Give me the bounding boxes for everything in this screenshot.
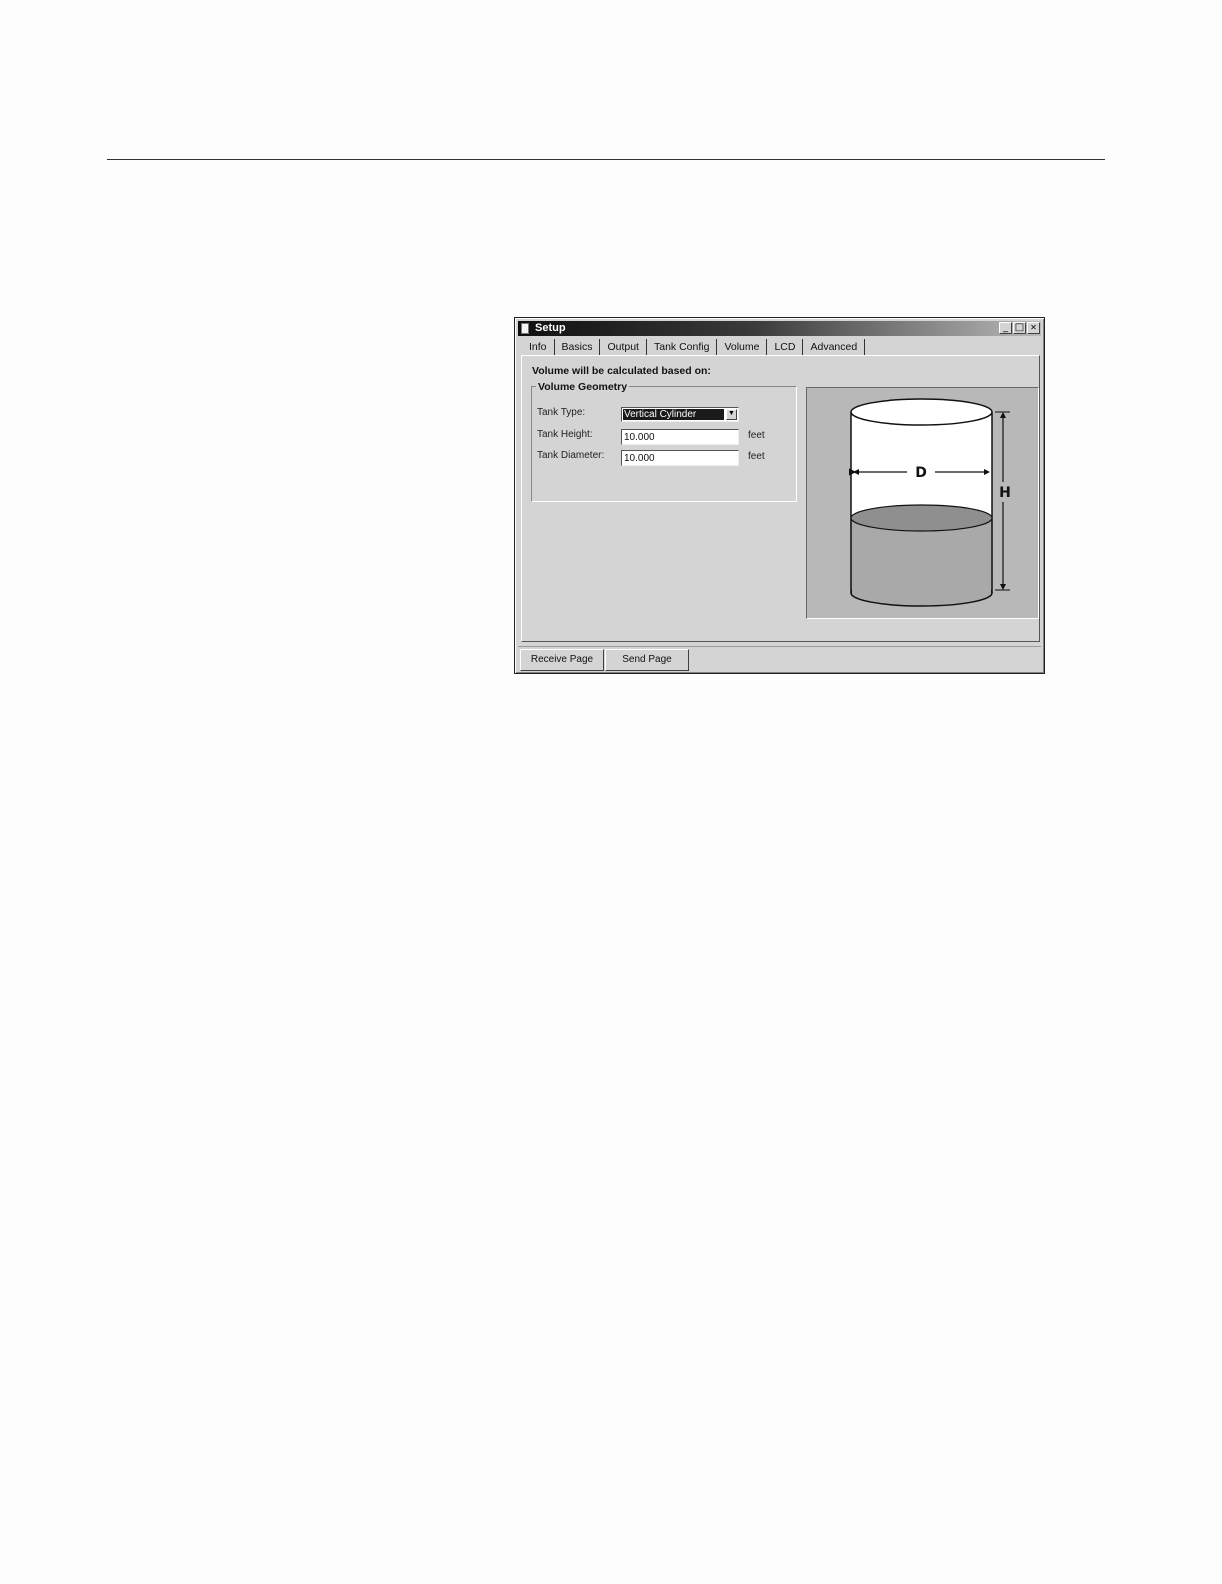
height-arrow-top — [1000, 412, 1006, 418]
tab-strip: Info Basics Output Tank Config Volume LC… — [522, 339, 866, 355]
send-page-button[interactable]: Send Page — [605, 649, 689, 671]
volume-heading: Volume will be calculated based on: — [532, 365, 711, 377]
close-button[interactable]: ✕ — [1027, 322, 1040, 334]
tab-tank-config[interactable]: Tank Config — [647, 339, 718, 355]
diameter-label: D — [915, 465, 927, 481]
bottom-button-bar: Receive Page Send Page — [518, 646, 1041, 671]
tab-output[interactable]: Output — [600, 339, 647, 355]
chevron-down-icon[interactable]: ▼ — [726, 409, 737, 420]
app-icon — [521, 323, 529, 334]
tank-diameter-field[interactable] — [621, 450, 739, 466]
tank-type-select[interactable]: Vertical Cylinder ▼ — [621, 407, 739, 422]
title-bar[interactable]: Setup _ □ ✕ — [518, 321, 1041, 336]
page-header-rule — [107, 159, 1105, 160]
tab-lcd[interactable]: LCD — [767, 339, 804, 355]
receive-page-button[interactable]: Receive Page — [520, 649, 604, 671]
tab-volume[interactable]: Volume — [717, 339, 768, 355]
height-arrow-bottom — [1000, 584, 1006, 590]
tank-type-label: Tank Type: — [537, 407, 586, 418]
tank-diameter-label: Tank Diameter: — [537, 450, 605, 461]
group-title: Volume Geometry — [536, 381, 630, 393]
tank-height-unit: feet — [748, 430, 765, 441]
tank-diameter-unit: feet — [748, 451, 765, 462]
window-title: Setup — [535, 322, 566, 334]
volume-geometry-group: Volume Geometry Tank Type: Vertical Cyli… — [531, 381, 797, 502]
tab-advanced[interactable]: Advanced — [803, 339, 866, 355]
maximize-button[interactable]: □ — [1013, 322, 1026, 334]
height-label: H — [999, 485, 1011, 501]
tank-top — [850, 398, 993, 426]
vertical-cylinder-diagram: D H — [849, 398, 1011, 607]
minimize-button[interactable]: _ — [999, 322, 1012, 334]
tank-diagram-panel: D H — [806, 387, 1039, 619]
tank-height-field[interactable] — [621, 429, 739, 445]
tank-type-value: Vertical Cylinder — [623, 409, 724, 420]
setup-window: Setup _ □ ✕ Info Basics Output Tank Conf… — [514, 317, 1045, 674]
liquid-surface — [850, 504, 993, 532]
volume-tab-panel: Volume will be calculated based on: Volu… — [521, 355, 1040, 642]
tab-basics[interactable]: Basics — [555, 339, 601, 355]
tab-info[interactable]: Info — [522, 339, 555, 355]
tank-height-label: Tank Height: — [537, 429, 593, 440]
